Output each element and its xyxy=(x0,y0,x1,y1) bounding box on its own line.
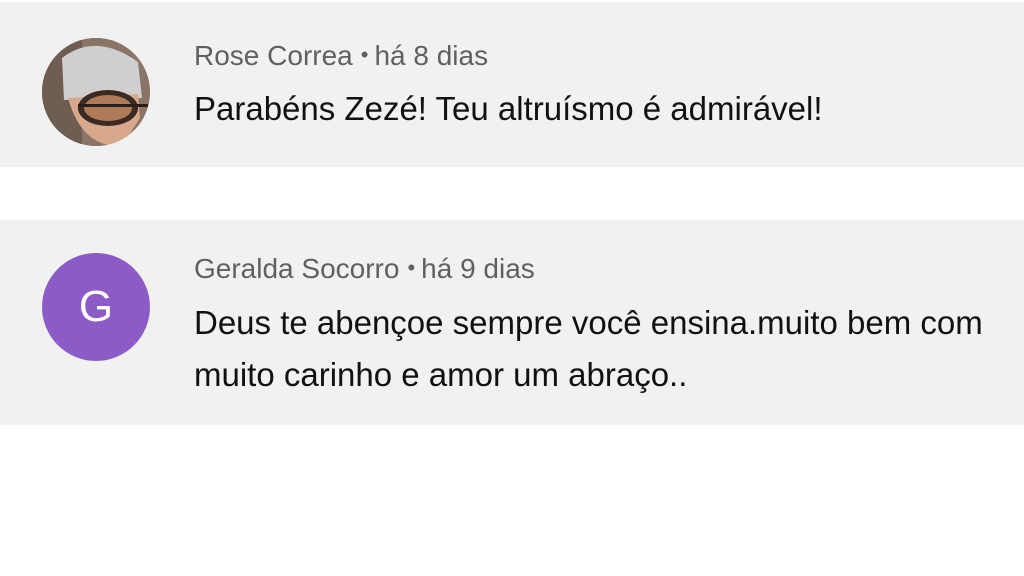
separator-dot: • xyxy=(360,42,369,67)
avatar-photo-icon xyxy=(42,38,150,146)
comment-text: Deus te abençoe sempre você ensina.muito… xyxy=(194,304,983,393)
separator-dot: • xyxy=(407,255,416,280)
comment-item: Rose Correa • há 8 dias Parabéns Zezé! Teu… xyxy=(0,2,1024,167)
comment-text: Parabéns Zezé! Teu altruísmo é admirável… xyxy=(194,90,823,127)
comment-item: G Geralda Socorro • há 9 dias Deus te aben… xyxy=(0,220,1024,425)
comment-meta: Rose Correa • há 8 dias xyxy=(194,40,488,72)
avatar[interactable]: G xyxy=(42,253,150,361)
avatar[interactable] xyxy=(42,38,150,146)
avatar-letter: G xyxy=(78,282,114,331)
comments-list: Rose Correa • há 8 dias Parabéns Zezé! Teu… xyxy=(0,0,1024,576)
comment-time: há 8 dias xyxy=(374,40,489,71)
author-name[interactable]: Rose Correa xyxy=(194,40,353,71)
author-name[interactable]: Geralda Socorro xyxy=(194,253,399,284)
comment-meta: Geralda Socorro • há 9 dias xyxy=(194,253,535,285)
comment-time: há 9 dias xyxy=(421,253,535,284)
